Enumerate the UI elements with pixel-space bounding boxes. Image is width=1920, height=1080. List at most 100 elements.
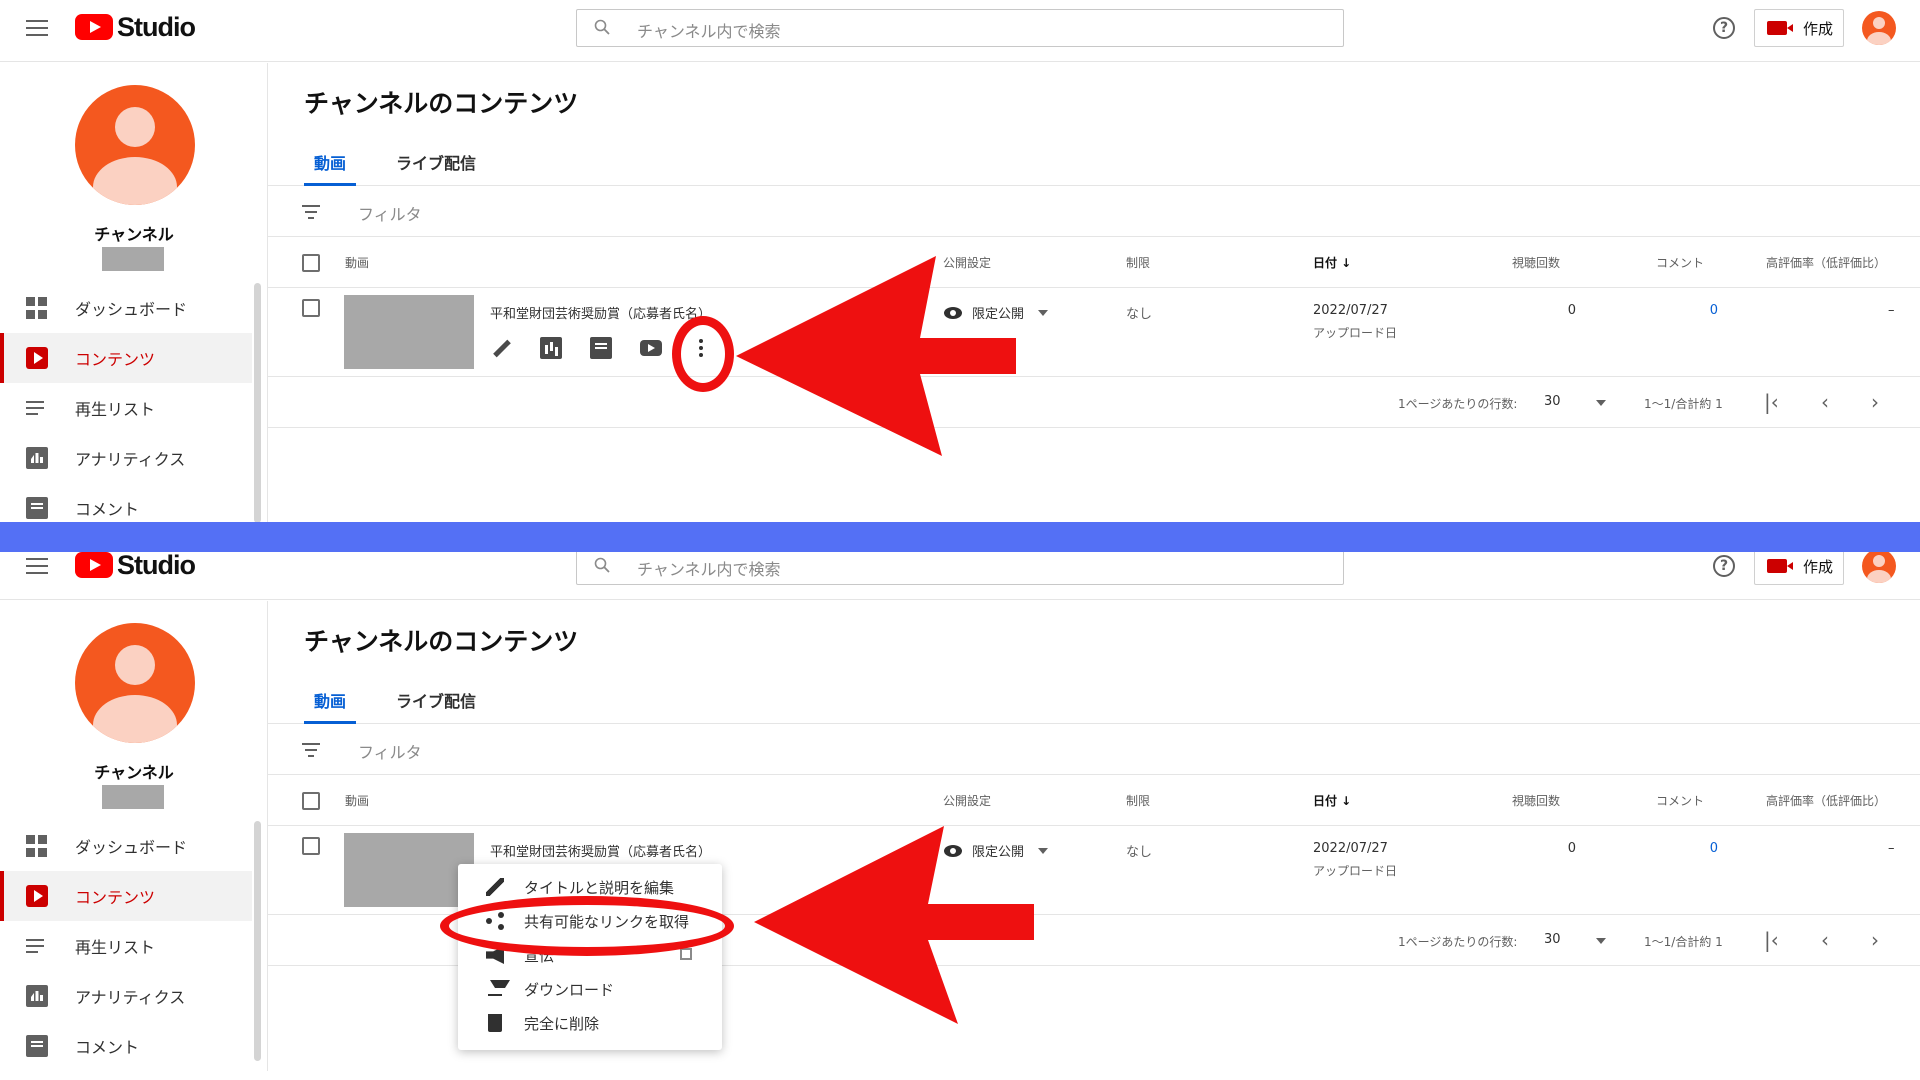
row-checkbox[interactable] — [302, 837, 320, 855]
column-video: 動画 — [345, 794, 370, 808]
chevron-down-icon[interactable] — [1596, 938, 1606, 944]
tab-bar: 動画 ライブ配信 — [268, 140, 1920, 186]
sidebar-item-content[interactable]: コンテンツ — [0, 871, 252, 921]
comments-count[interactable]: 0 — [1698, 303, 1718, 318]
tab-live[interactable]: ライブ配信 — [396, 150, 476, 174]
help-icon[interactable]: ? — [1713, 555, 1735, 577]
prev-page-icon[interactable]: ‹ — [1821, 390, 1829, 414]
sidebar-item-comments[interactable]: コメント — [0, 1021, 252, 1071]
table-header: 動画 公開設定 制限 日付 ↓ 視聴回数 コメント 高評価率（低評価比） — [268, 776, 1920, 826]
sidebar-item-comments[interactable]: コメント — [0, 483, 252, 522]
analytics-icon — [26, 447, 48, 469]
rows-per-page-select[interactable]: 30 — [1544, 394, 1561, 409]
video-title[interactable]: 平和堂財団芸術奨励賞（応募者氏名） — [490, 303, 711, 322]
ratio-value: – — [1888, 841, 1895, 856]
header: Studio チャンネル内で検索 ? 作成 — [0, 552, 1920, 600]
sidebar-scrollbar[interactable] — [254, 283, 261, 522]
page-title: チャンネルのコンテンツ — [304, 627, 579, 656]
comment-icon — [26, 1035, 48, 1057]
pagination: 1ページあたりの行数: 30 1～1/合計約 1 |‹ ‹ › — [268, 378, 1920, 428]
next-page-icon[interactable]: › — [1871, 928, 1879, 952]
search-box[interactable]: チャンネル内で検索 — [576, 9, 1344, 47]
sidebar-item-dashboard[interactable]: ダッシュボード — [0, 821, 252, 871]
youtube-logo-icon — [75, 14, 113, 40]
channel-avatar[interactable] — [75, 85, 195, 205]
filter-icon — [302, 743, 320, 761]
column-views: 視聴回数 — [1512, 256, 1561, 270]
search-box[interactable]: チャンネル内で検索 — [576, 552, 1344, 585]
channel-avatar[interactable] — [75, 623, 195, 743]
sidebar-item-label: コメント — [75, 1038, 140, 1057]
create-button[interactable]: 作成 — [1754, 9, 1844, 47]
video-options-menu: タイトルと説明を編集 共有可能なリンクを取得 宣伝 ダウンロード 完全に削除 — [458, 864, 722, 1050]
rows-per-page-select[interactable]: 30 — [1544, 932, 1561, 947]
sidebar-item-analytics[interactable]: アナリティクス — [0, 433, 252, 483]
playlist-icon — [26, 935, 48, 957]
search-icon — [594, 557, 610, 573]
video-title[interactable]: 平和堂財団芸術奨励賞（応募者氏名） — [490, 841, 711, 860]
filter-bar[interactable]: フィルタ — [268, 187, 1920, 237]
account-avatar[interactable] — [1862, 11, 1896, 45]
menu-item-delete[interactable]: 完全に削除 — [458, 1006, 722, 1040]
menu-icon[interactable] — [26, 20, 48, 36]
first-page-icon[interactable]: |‹ — [1764, 928, 1779, 952]
filter-input[interactable]: フィルタ — [358, 201, 422, 225]
first-page-icon[interactable]: |‹ — [1764, 390, 1779, 414]
sidebar-item-dashboard[interactable]: ダッシュボード — [0, 283, 252, 333]
comment-icon — [26, 497, 48, 519]
tab-videos[interactable]: 動画 — [314, 150, 346, 174]
date-value: 2022/07/27 — [1313, 303, 1388, 318]
ratio-value: – — [1888, 303, 1895, 318]
tab-videos[interactable]: 動画 — [314, 688, 346, 712]
column-date-sort[interactable]: 日付 ↓ — [1313, 792, 1351, 809]
video-camera-icon — [1767, 21, 1793, 35]
active-tab-indicator — [304, 183, 356, 186]
page-range: 1～1/合計約 1 — [1644, 397, 1723, 411]
pencil-icon[interactable] — [490, 337, 512, 359]
pencil-icon — [486, 878, 504, 896]
sidebar-item-label: アナリティクス — [75, 450, 186, 469]
date-note: アップロード日 — [1313, 326, 1398, 340]
create-button[interactable]: 作成 — [1754, 552, 1844, 585]
youtube-logo-icon — [75, 552, 113, 578]
tab-live[interactable]: ライブ配信 — [396, 688, 476, 712]
filter-input[interactable]: フィルタ — [358, 739, 422, 763]
chevron-down-icon[interactable] — [1596, 400, 1606, 406]
column-comments: コメント — [1656, 256, 1705, 270]
sidebar-item-playlist[interactable]: 再生リスト — [0, 383, 252, 433]
search-placeholder: チャンネル内で検索 — [637, 560, 781, 579]
studio-logo[interactable]: Studio — [75, 12, 196, 42]
select-all-checkbox[interactable] — [302, 254, 320, 272]
tab-bar: 動画 ライブ配信 — [268, 678, 1920, 724]
chevron-down-icon — [1038, 309, 1049, 316]
sidebar-item-analytics[interactable]: アナリティクス — [0, 971, 252, 1021]
sidebar-nav: ダッシュボード コンテンツ 再生リスト アナリティクス コメント — [0, 283, 252, 522]
logo-text: Studio — [117, 552, 196, 580]
menu-icon[interactable] — [26, 558, 48, 574]
menu-item-label: タイトルと説明を編集 — [524, 879, 675, 897]
channel-name-redacted — [102, 785, 164, 809]
sidebar-item-playlist[interactable]: 再生リスト — [0, 921, 252, 971]
video-thumbnail[interactable] — [344, 833, 474, 907]
table-row[interactable]: 平和堂財団芸術奨励賞（応募者氏名） 限定公開 なし 2022/07/27 アップロ… — [268, 289, 1920, 377]
row-checkbox[interactable] — [302, 299, 320, 317]
prev-page-icon[interactable]: ‹ — [1821, 928, 1829, 952]
header: Studio チャンネル内で検索 ? 作成 — [0, 0, 1920, 62]
sidebar-item-content[interactable]: コンテンツ — [0, 333, 252, 383]
sidebar-scrollbar[interactable] — [254, 821, 261, 1061]
help-icon[interactable]: ? — [1713, 17, 1735, 39]
filter-bar[interactable]: フィルタ — [268, 725, 1920, 775]
select-all-checkbox[interactable] — [302, 792, 320, 810]
studio-logo[interactable]: Studio — [75, 552, 196, 580]
column-video: 動画 — [345, 256, 370, 270]
next-page-icon[interactable]: › — [1871, 390, 1879, 414]
sidebar-item-label: コンテンツ — [75, 888, 156, 907]
youtube-play-icon[interactable] — [640, 340, 662, 356]
comments-icon[interactable] — [590, 337, 612, 359]
analytics-icon[interactable] — [540, 337, 562, 359]
video-thumbnail[interactable] — [344, 295, 474, 369]
menu-item-download[interactable]: ダウンロード — [458, 972, 722, 1006]
account-avatar[interactable] — [1862, 552, 1896, 583]
column-date-sort[interactable]: 日付 ↓ — [1313, 254, 1351, 271]
comments-count[interactable]: 0 — [1698, 841, 1718, 856]
